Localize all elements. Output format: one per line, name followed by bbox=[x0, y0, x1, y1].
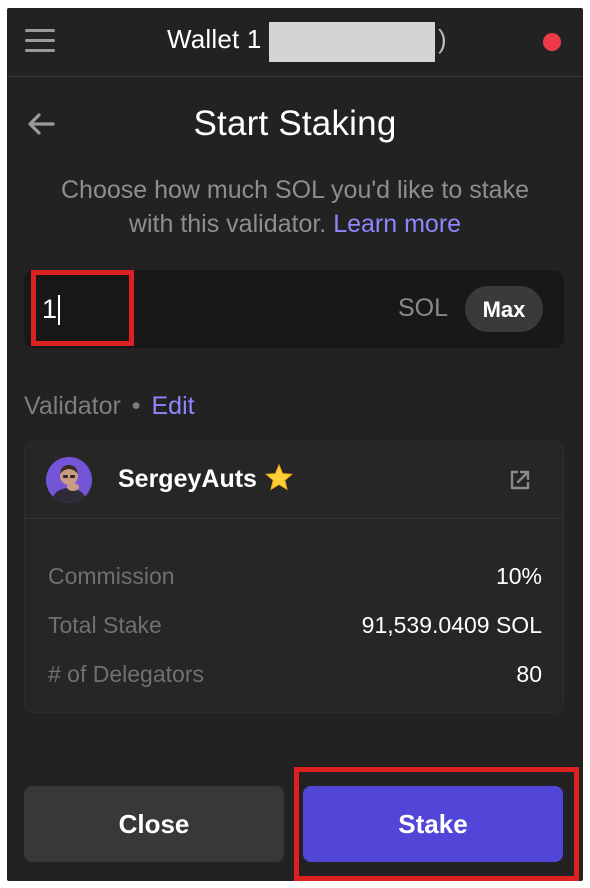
wallet-address-suffix: ) bbox=[438, 24, 447, 54]
close-button[interactable]: Close bbox=[24, 786, 284, 862]
annotation-highlight-stake bbox=[294, 767, 579, 881]
learn-more-link[interactable]: Learn more bbox=[333, 210, 461, 238]
wallet-address-redacted bbox=[269, 22, 435, 62]
unit-label: SOL bbox=[398, 294, 449, 322]
stat-value: 80 bbox=[516, 661, 542, 687]
edit-validator-link[interactable]: Edit bbox=[152, 392, 195, 420]
max-button[interactable]: Max bbox=[465, 286, 543, 332]
stat-value: 91,539.0409 SOL bbox=[361, 612, 542, 638]
validator-avatar bbox=[46, 457, 92, 503]
stat-label: Total Stake bbox=[48, 612, 162, 638]
stat-value: 10% bbox=[495, 563, 542, 589]
validator-card: SergeyAuts Commission 10% Total Stake 91… bbox=[24, 441, 564, 713]
page-description: Choose how much SOL you'd like to stake … bbox=[47, 173, 543, 241]
stat-label: Commission bbox=[48, 563, 175, 589]
stat-label: # of Delegators bbox=[48, 661, 204, 687]
label-separator: • bbox=[131, 392, 141, 420]
external-link-icon[interactable] bbox=[508, 468, 532, 492]
validator-card-header: SergeyAuts bbox=[24, 441, 564, 519]
validator-section-label: Validator • Edit bbox=[24, 392, 195, 421]
annotation-highlight-amount bbox=[31, 270, 134, 346]
top-bar: Wallet 1 ) bbox=[7, 8, 583, 77]
page-title: Start Staking bbox=[193, 104, 397, 143]
connection-status-dot bbox=[543, 33, 561, 51]
star-icon bbox=[264, 463, 294, 491]
validator-label: Validator bbox=[24, 392, 121, 420]
validator-name: SergeyAuts bbox=[118, 465, 257, 493]
menu-icon[interactable] bbox=[25, 29, 55, 53]
stat-row-total-stake: Total Stake 91,539.0409 SOL bbox=[48, 612, 542, 642]
wallet-name[interactable]: Wallet 1 bbox=[167, 24, 262, 55]
stat-row-delegators: # of Delegators 80 bbox=[48, 661, 542, 691]
wallet-popup: Wallet 1 ) Start Staking Choose how much… bbox=[7, 8, 583, 881]
stat-row-commission: Commission 10% bbox=[48, 563, 542, 593]
